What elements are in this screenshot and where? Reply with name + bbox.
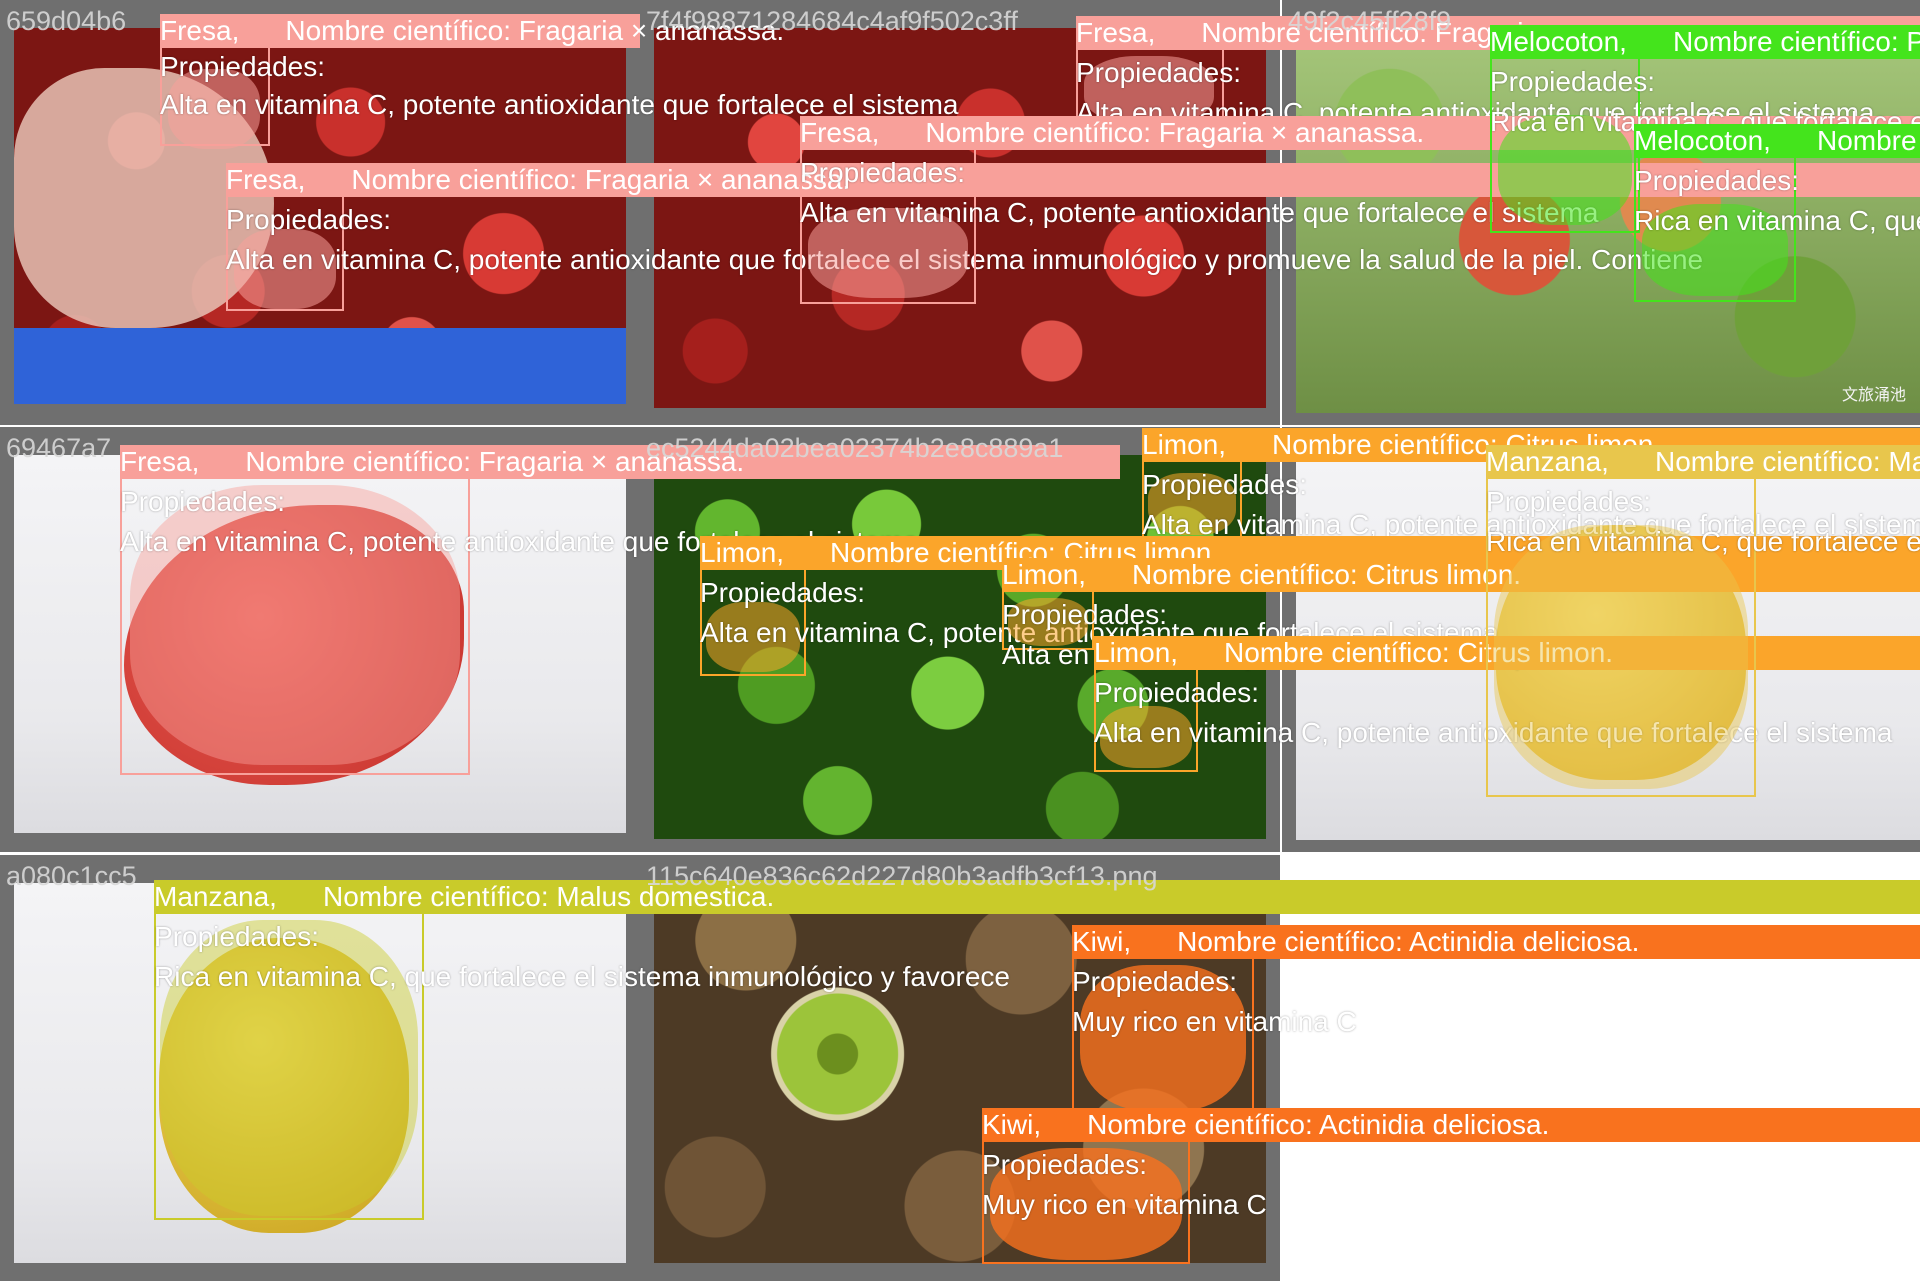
photo-yellow-apple-left bbox=[14, 883, 626, 1263]
grid-cell-7: a080c1cc5 bbox=[0, 855, 640, 1281]
strawberry-shape bbox=[124, 505, 464, 785]
cell-title: 659d04b6 bbox=[6, 6, 127, 36]
photo-kiwis bbox=[654, 883, 1266, 1263]
apple-shape bbox=[159, 938, 409, 1233]
blue-basket bbox=[14, 328, 626, 404]
grid-cell-1: 659d04b6 bbox=[0, 0, 640, 425]
photo-peaches: 文旅涌池 bbox=[1296, 28, 1920, 413]
photo-yellow-apple-right bbox=[1296, 455, 1920, 840]
cell-title: 115c640e836c62d227d80b3adfb3cf13.png bbox=[646, 861, 1158, 891]
cell-title: 49f2c45ff28f9 bbox=[1288, 6, 1452, 36]
cell-title: 7f4f98871284684c4af9f502c3ff bbox=[646, 6, 1018, 36]
grid-cell-5: ec5244da02bea02374b2e8c889a1 bbox=[640, 427, 1280, 852]
cell-title: a080c1cc5 bbox=[6, 861, 137, 891]
cell-title: ec5244da02bea02374b2e8c889a1 bbox=[646, 433, 1064, 463]
hand-shape bbox=[14, 68, 274, 328]
photo-strawberries-hand bbox=[14, 28, 626, 404]
photo-strawberries bbox=[654, 28, 1266, 408]
grid-cell-8: 115c640e836c62d227d80b3adfb3cf13.png bbox=[640, 855, 1280, 1281]
grid-cell-6 bbox=[1282, 427, 1920, 852]
grid-cell-2: 7f4f98871284684c4af9f502c3ff bbox=[640, 0, 1280, 425]
apple-shape bbox=[1496, 525, 1746, 780]
cell-title: 69467a7 bbox=[6, 433, 112, 463]
watermark-text: 文旅涌池 bbox=[1841, 387, 1906, 404]
grid-cell-3: 文旅涌池 49f2c45ff28f9 bbox=[1282, 0, 1920, 425]
photo-limes bbox=[654, 455, 1266, 839]
photo-single-strawberry bbox=[14, 455, 626, 833]
grid-cell-4: 69467a7 bbox=[0, 427, 640, 852]
